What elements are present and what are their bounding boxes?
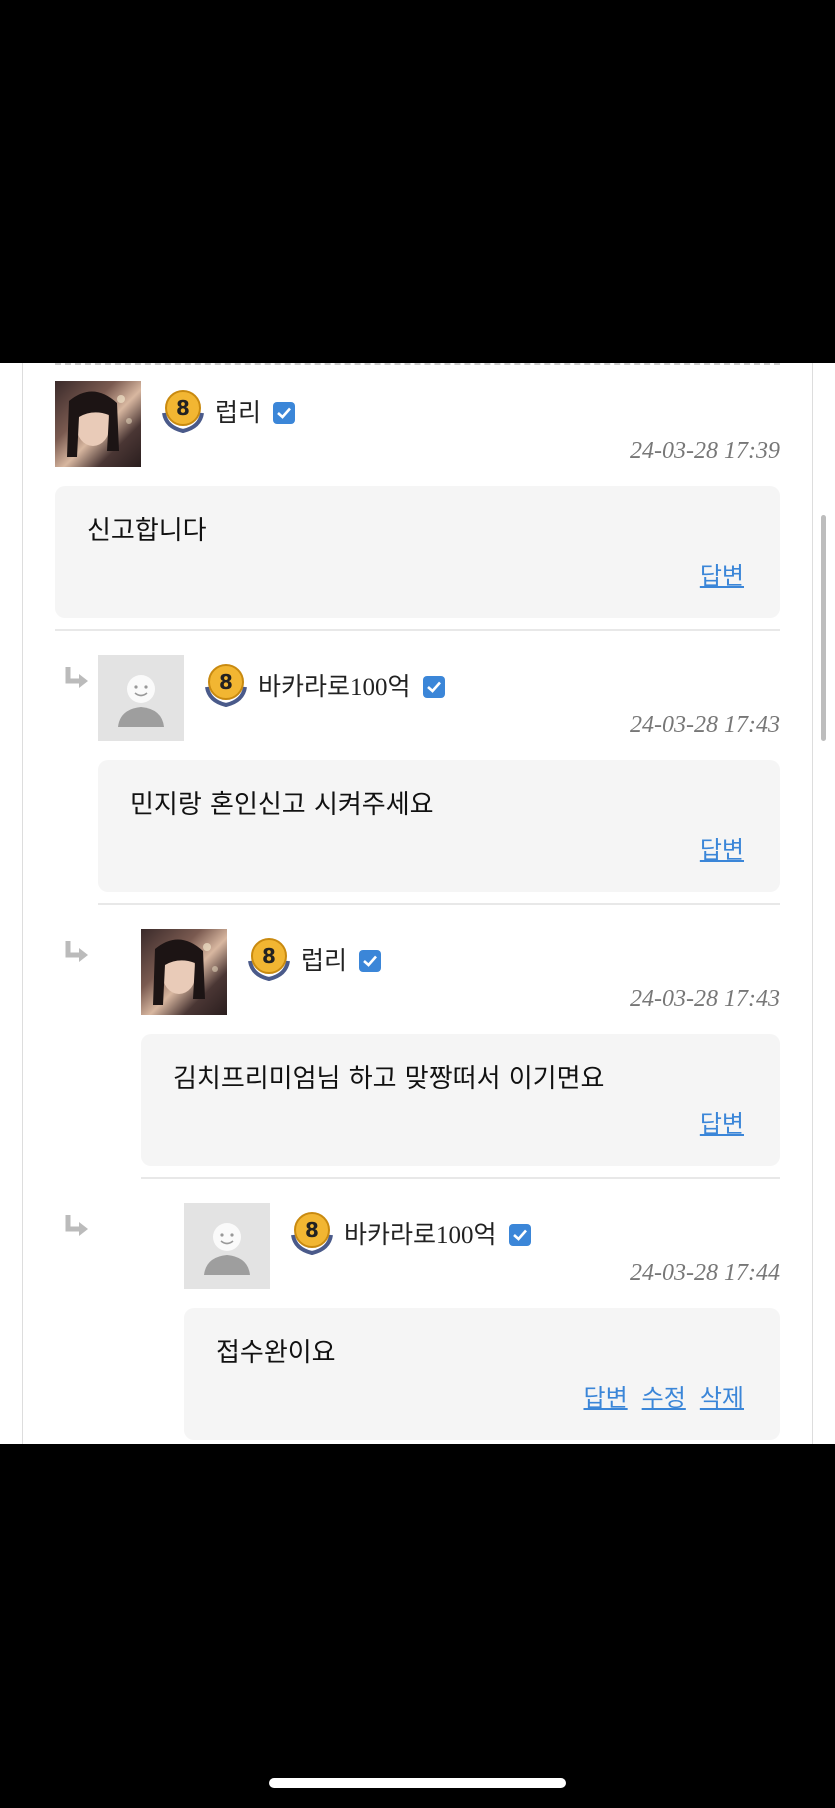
reply-arrow-icon: [65, 941, 88, 962]
comment-item: 8 바카라로100억 24-03-28 17:44 접수완이요 답변 수정 삭제: [184, 1185, 780, 1444]
divider: [55, 629, 780, 631]
svg-text:8: 8: [176, 396, 190, 420]
check-square-icon: [273, 402, 296, 424]
reply-arrow-icon: [65, 667, 88, 688]
svg-text:8: 8: [262, 944, 276, 968]
comment-text: 김치프리미엄님 하고 맞짱떠서 이기면요: [173, 1064, 605, 1094]
timestamp: 24-03-28 17:43: [630, 986, 780, 1012]
nickname-text[interactable]: 바카라로100억: [344, 1222, 497, 1249]
timestamp: 24-03-28 17:43: [630, 712, 780, 738]
default-user-icon: [204, 1223, 250, 1275]
frame-border-right: [812, 363, 813, 1444]
avatar[interactable]: [55, 381, 141, 467]
check-square-icon: [359, 950, 382, 972]
timestamp: 24-03-28 17:39: [630, 438, 780, 464]
comment-bubble: 김치프리미엄님 하고 맞짱떠서 이기면요 답변: [141, 1034, 780, 1166]
comment-text: 신고합니다: [87, 516, 207, 546]
edit-link[interactable]: 수정: [642, 1378, 686, 1413]
nickname[interactable]: 바카라로100억: [258, 667, 445, 703]
svg-text:8: 8: [219, 670, 233, 694]
comment-text: 접수완이요: [216, 1338, 336, 1368]
scrollbar[interactable]: [821, 515, 826, 741]
reply-arrow-icon: [65, 1215, 88, 1236]
level-badge-icon: 8: [246, 935, 292, 982]
delete-link[interactable]: 삭제: [700, 1378, 744, 1413]
level-badge-icon: 8: [203, 661, 249, 708]
reply-link[interactable]: 답변: [700, 1104, 744, 1139]
comment-bubble: 민지랑 혼인신고 시켜주세요 답변: [98, 760, 780, 892]
divider: [141, 1177, 780, 1179]
comment-bubble: 신고합니다 답변: [55, 486, 780, 618]
comment-bubble: 접수완이요 답변 수정 삭제: [184, 1308, 780, 1440]
nickname-text[interactable]: 럽리: [215, 400, 261, 427]
check-square-icon: [508, 1224, 531, 1246]
avatar[interactable]: [141, 929, 227, 1015]
reply-link[interactable]: 답변: [583, 1378, 627, 1413]
divider: [98, 903, 780, 905]
reply-link[interactable]: 답변: [700, 556, 744, 591]
check-square-icon: [422, 676, 445, 698]
comment-item: 8 럽리 24-03-28 17:39 신고합니다 답변: [55, 363, 780, 631]
reply-link[interactable]: 답변: [700, 830, 744, 865]
default-user-icon: [118, 675, 164, 727]
avatar[interactable]: [184, 1203, 270, 1289]
svg-text:8: 8: [305, 1218, 319, 1242]
comment-actions: 답변: [700, 830, 744, 865]
nickname[interactable]: 럽리: [215, 393, 296, 429]
home-indicator[interactable]: [269, 1778, 566, 1788]
nickname[interactable]: 바카라로100억: [344, 1215, 531, 1251]
comment-item: 8 바카라로100억 24-03-28 17:43 민지랑 혼인신고 시켜주세요…: [98, 637, 780, 905]
comment-section: 8 럽리 24-03-28 17:39 신고합니다 답변 8 바카라로100억 …: [0, 363, 835, 1444]
comment-actions: 답변: [700, 1104, 744, 1139]
comment-item: 8 럽리 24-03-28 17:43 김치프리미엄님 하고 맞짱떠서 이기면요…: [141, 911, 780, 1179]
nickname-text[interactable]: 바카라로100억: [258, 674, 411, 701]
comment-actions: 답변 수정 삭제: [583, 1378, 744, 1413]
avatar[interactable]: [98, 655, 184, 741]
frame-border-left: [22, 363, 23, 1444]
timestamp: 24-03-28 17:44: [630, 1260, 780, 1286]
comment-actions: 답변: [700, 556, 744, 591]
nickname[interactable]: 럽리: [301, 941, 382, 977]
nickname-text[interactable]: 럽리: [301, 948, 347, 975]
level-badge-icon: 8: [289, 1209, 335, 1256]
level-badge-icon: 8: [160, 387, 206, 434]
comment-text: 민지랑 혼인신고 시켜주세요: [130, 790, 434, 820]
